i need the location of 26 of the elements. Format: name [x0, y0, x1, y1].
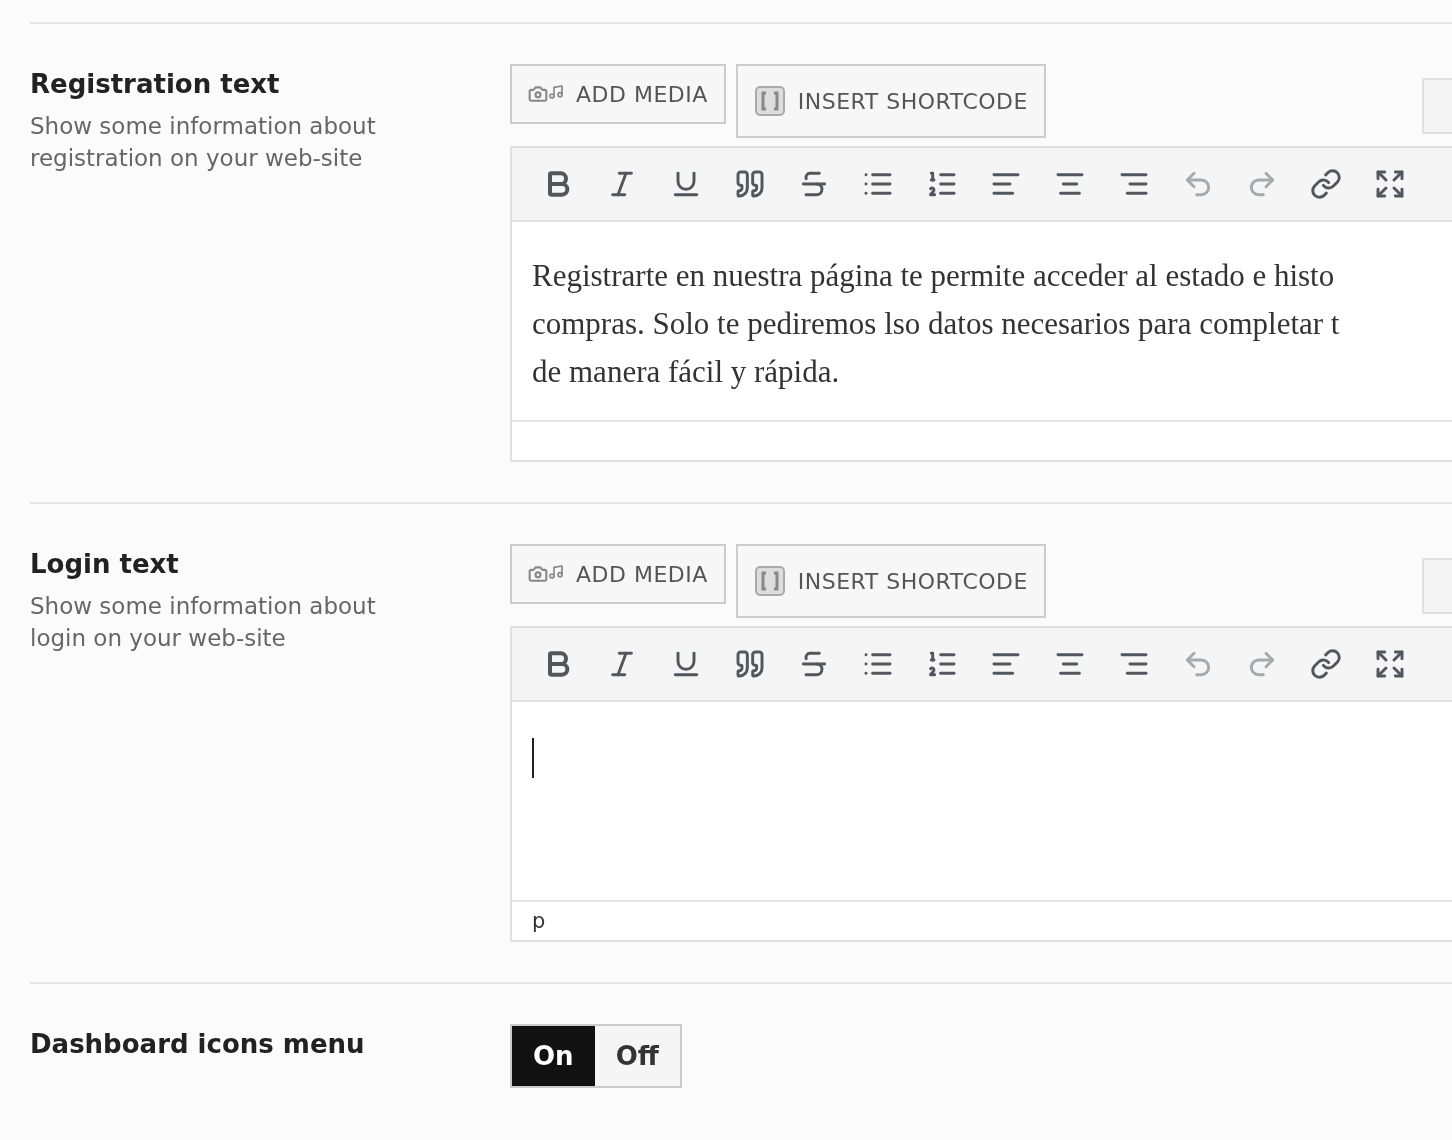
- setting-title: Dashboard icons menu: [30, 1028, 366, 1061]
- insert-shortcode-button[interactable]: INSERT SHORTCODE: [735, 64, 1046, 138]
- add-media-button[interactable]: ADD MEDIA: [510, 64, 726, 124]
- editor-text-line: compras. Solo te pediremos lso datos necesarios para completar t: [532, 305, 1341, 343]
- camera-music-icon: [528, 84, 564, 104]
- toggle-option[interactable]: On: [512, 1026, 595, 1086]
- fullscreen-icon: [1374, 648, 1406, 680]
- editor-text-line: de manera fácil y rápida.: [532, 353, 841, 391]
- shortcode-icon: [753, 85, 786, 117]
- add-media-button[interactable]: ADD MEDIA: [510, 544, 726, 604]
- shortcode-icon: [753, 565, 786, 597]
- quote-icon: [734, 648, 766, 680]
- setting-description: Show some information about login on your web-site: [30, 592, 377, 653]
- link-icon: [1310, 168, 1342, 200]
- insert-shortcode-button[interactable]: INSERT SHORTCODE: [735, 544, 1046, 618]
- setting-title: Registration text: [30, 68, 281, 101]
- editor-text-line: Registrarte en nuestra página te permite acceder al estado e histo: [532, 257, 1336, 295]
- camera-music-icon: [528, 564, 564, 584]
- quote-icon: [734, 168, 766, 200]
- toggle-option[interactable]: Off: [594, 1026, 680, 1086]
- setting-description: Show some information about registration on your web-site: [30, 112, 377, 173]
- fullscreen-icon: [1374, 168, 1406, 200]
- link-icon: [1310, 648, 1342, 680]
- text-cursor: [532, 738, 534, 778]
- setting-title: Login text: [30, 548, 180, 581]
- element-path: p: [532, 909, 546, 933]
